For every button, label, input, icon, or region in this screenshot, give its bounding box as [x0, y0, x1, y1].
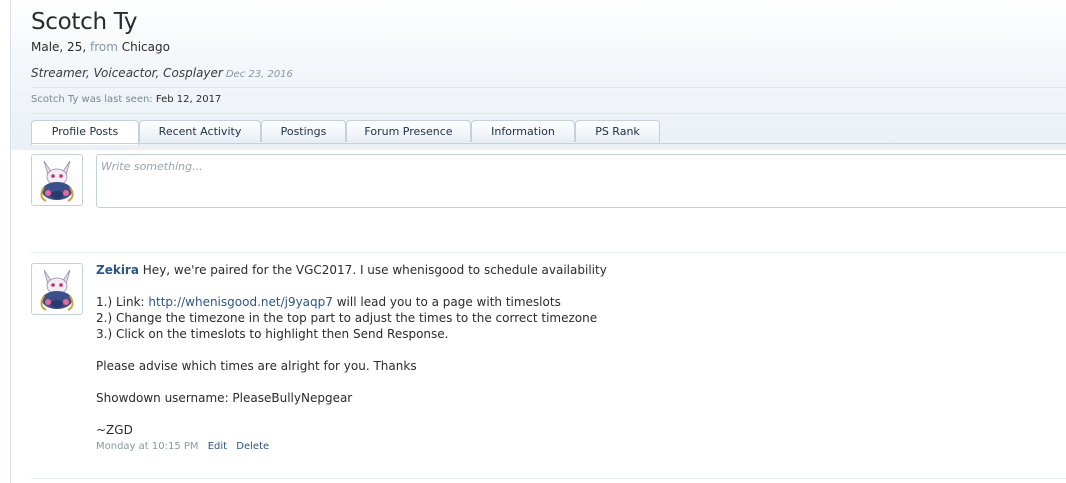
- profile-name: Scotch Ty: [31, 9, 138, 35]
- custom-title: Streamer, Voiceactor, Cosplayer: [31, 66, 223, 80]
- gender-age: Male, 25,: [31, 40, 87, 54]
- header-divider: [31, 87, 1066, 88]
- status-input[interactable]: Write something...: [96, 154, 1066, 208]
- pokemon-avatar-icon: [32, 155, 82, 205]
- avatar-icon[interactable]: [31, 154, 83, 206]
- post-meta: Monday at 10:15 PM Edit Delete: [96, 441, 996, 452]
- post-text: 1.) Link:: [96, 295, 149, 309]
- tab-profile-posts[interactable]: Profile Posts: [31, 120, 139, 145]
- last-seen-date: Feb 12, 2017: [155, 94, 222, 105]
- post-text: will lead you to a page with timeslots: [332, 295, 561, 309]
- post-text: Showdown username: PleaseBullyNepgear: [96, 391, 353, 405]
- last-seen-label: Scotch Ty was last seen:: [31, 94, 153, 105]
- custom-title-row: Streamer, Voiceactor, Cosplayer Dec 23, 2…: [31, 66, 293, 80]
- post-text: Hey, we're paired for the VGC2017. I use…: [142, 263, 607, 277]
- post-divider: [31, 252, 1066, 253]
- post-text: 2.) Change the timezone in the top part …: [96, 311, 598, 325]
- edit-link[interactable]: Edit: [208, 441, 227, 452]
- tab-information[interactable]: Information: [471, 120, 575, 142]
- joined-date: Dec 23, 2016: [225, 69, 293, 80]
- tab-ps-rank[interactable]: PS Rank: [575, 120, 660, 142]
- post-bottom-divider: [31, 478, 1066, 479]
- whenisgood-link[interactable]: http://whenisgood.net/j9yaqp7: [148, 295, 333, 309]
- post-text: Please advise which times are alright fo…: [96, 359, 417, 373]
- profile-post: Zekira Hey, we're paired for the VGC2017…: [96, 262, 996, 452]
- header-divider-2: [31, 113, 1066, 114]
- profile-info: Male, 25, from Chicago: [31, 40, 170, 54]
- tab-forum-presence[interactable]: Forum Presence: [346, 120, 471, 142]
- tabs-baseline: [31, 143, 1066, 144]
- post-author-avatar[interactable]: [31, 263, 83, 315]
- from-label: from: [89, 40, 118, 54]
- post-line-link: 1.) Link: http://whenisgood.net/j9yaqp7 …: [96, 294, 996, 310]
- pokemon-avatar-icon: [32, 264, 82, 314]
- post-text: ~ZGD: [96, 423, 133, 437]
- delete-link[interactable]: Delete: [236, 441, 269, 452]
- tab-postings[interactable]: Postings: [261, 120, 346, 142]
- post-text: 3.) Click on the timeslots to highlight …: [96, 327, 449, 341]
- tab-recent-activity[interactable]: Recent Activity: [139, 120, 261, 142]
- location-link[interactable]: Chicago: [122, 40, 170, 54]
- post-first-line: Zekira Hey, we're paired for the VGC2017…: [96, 262, 996, 278]
- post-timestamp: Monday at 10:15 PM: [96, 441, 199, 452]
- post-author[interactable]: Zekira: [96, 263, 139, 277]
- last-seen: Scotch Ty was last seen: Feb 12, 2017: [31, 94, 221, 105]
